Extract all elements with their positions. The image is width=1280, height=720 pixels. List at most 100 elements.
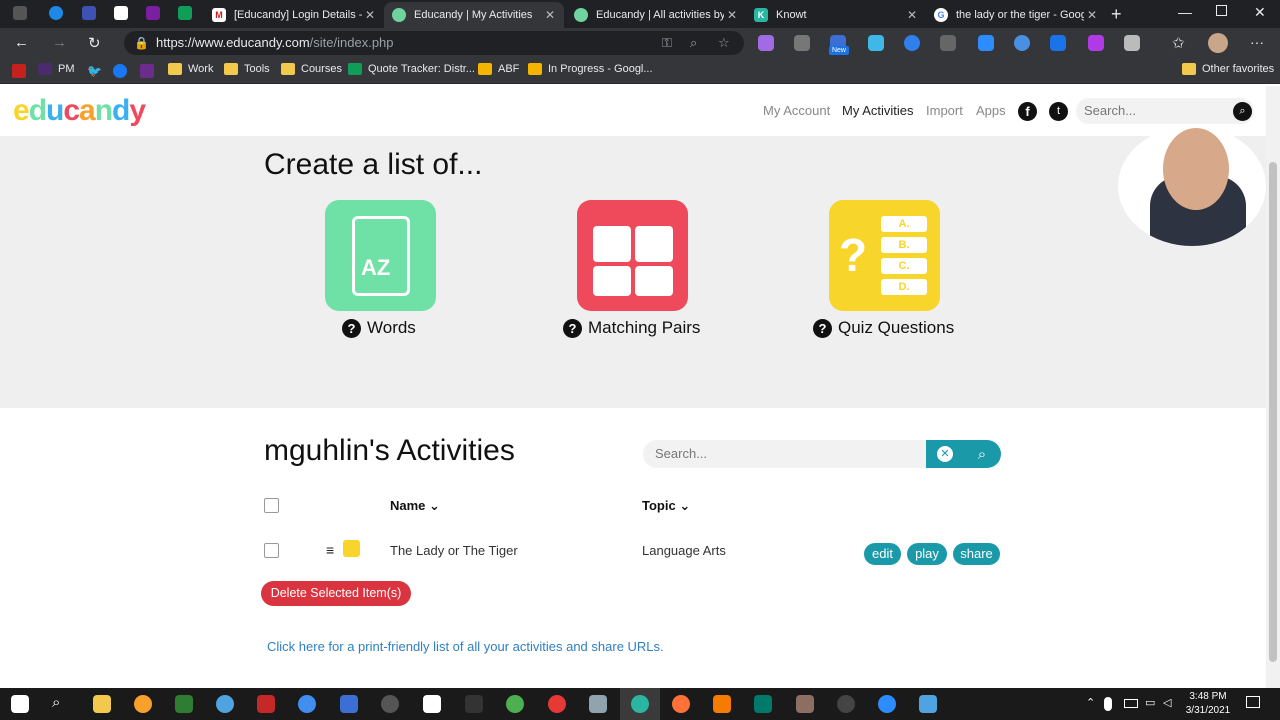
edge-taskbar-active[interactable] [620, 688, 660, 720]
app-icon[interactable] [919, 695, 937, 713]
pinned-tab-sheets-icon[interactable] [178, 6, 192, 20]
bookmark-work[interactable]: Work [168, 63, 213, 75]
extension-collections-icon[interactable] [940, 35, 956, 51]
minimize-button[interactable]: — [1178, 4, 1192, 20]
matching-pairs-card[interactable] [577, 200, 688, 311]
app-icon[interactable] [423, 695, 441, 713]
extension-m-icon[interactable] [1088, 35, 1104, 51]
site-search-input[interactable]: Search... [1076, 98, 1254, 124]
nav-import[interactable]: Import [926, 103, 963, 118]
words-label[interactable]: ? Words [342, 318, 416, 338]
extension-smile-icon[interactable] [1014, 35, 1030, 51]
system-clock[interactable]: 3:48 PM 3/31/2021 [1178, 690, 1238, 718]
tab-my-activities[interactable]: Educandy | My Activities ✕ [384, 2, 564, 28]
select-all-checkbox[interactable] [264, 498, 279, 513]
bookmark-abf[interactable]: ABF [478, 63, 519, 75]
chrome-icon[interactable] [548, 695, 566, 713]
profile-avatar[interactable] [1208, 33, 1228, 53]
zoom-icon[interactable]: ⌕ [690, 31, 697, 55]
extension-edge-icon[interactable] [904, 35, 920, 51]
words-card[interactable]: AZ [325, 200, 436, 311]
tab-login-details[interactable]: M [Educandy] Login Details - m ✕ [204, 2, 384, 28]
close-tab-icon[interactable]: ✕ [542, 8, 558, 22]
quiz-questions-card[interactable]: ? A. B. C. D. [829, 200, 940, 311]
bookmark-pm[interactable]: PM [38, 63, 75, 75]
battery-icon[interactable] [1124, 699, 1138, 708]
app-icon[interactable] [796, 695, 814, 713]
extension-shield-icon[interactable] [1124, 35, 1140, 51]
nav-apps[interactable]: Apps [976, 103, 1006, 118]
close-tab-icon[interactable]: ✕ [1084, 8, 1100, 22]
app-icon[interactable] [465, 695, 483, 713]
matching-pairs-label[interactable]: ? Matching Pairs [563, 318, 700, 338]
favorite-star-icon[interactable]: ☆ [718, 31, 730, 55]
notifications-icon[interactable] [1246, 696, 1260, 708]
pinned-tab-icon[interactable] [49, 6, 63, 20]
windows-start-icon[interactable] [11, 695, 29, 713]
file-explorer-icon[interactable] [93, 695, 111, 713]
slack-bookmark-icon[interactable] [140, 64, 154, 78]
bookmark-other-favorites[interactable]: Other favorites [1182, 63, 1274, 75]
play-button[interactable]: play [907, 543, 947, 565]
twitter-bookmark-icon[interactable]: 🐦 [87, 64, 102, 78]
forward-arrow-icon[interactable]: → [52, 34, 67, 51]
app-icon[interactable] [257, 695, 275, 713]
search-icon[interactable]: ⌕ [1233, 102, 1252, 121]
nav-my-account[interactable]: My Account [763, 103, 830, 118]
vlc-icon[interactable] [713, 695, 731, 713]
close-tab-icon[interactable]: ✕ [724, 8, 740, 22]
app-icon[interactable] [216, 695, 234, 713]
new-tab-button[interactable]: + [1111, 4, 1122, 25]
favorites-icon[interactable]: ✩ [1172, 34, 1185, 52]
extension-d-icon[interactable] [1050, 35, 1066, 51]
volume-icon[interactable]: ◁ [1163, 696, 1171, 709]
app-icon[interactable] [340, 695, 358, 713]
share-button[interactable]: share [953, 543, 1000, 565]
gmail-bookmark-icon[interactable] [12, 64, 26, 78]
obs-icon[interactable] [837, 695, 855, 713]
educandy-logo[interactable]: educandy [13, 94, 146, 128]
microphone-icon[interactable] [1104, 697, 1112, 711]
zoom-icon[interactable] [878, 695, 896, 713]
address-input[interactable]: 🔒 https://www.educandy.com/site/index.ph… [124, 31, 744, 55]
app-icon[interactable] [298, 695, 316, 713]
bookmark-quote-tracker[interactable]: Quote Tracker: Distr... [348, 63, 475, 75]
close-tab-icon[interactable]: ✕ [904, 8, 920, 22]
scrollbar-thumb[interactable] [1269, 162, 1277, 662]
print-friendly-link[interactable]: Click here for a print-friendly list of … [267, 639, 664, 654]
extension-zoom-icon[interactable] [978, 35, 994, 51]
tab-all-activities[interactable]: Educandy | All activities by m ✕ [566, 2, 746, 28]
twitter-icon[interactable]: t [1049, 102, 1068, 121]
extension-diamond-icon[interactable] [868, 35, 884, 51]
close-window-button[interactable]: ✕ [1254, 4, 1266, 21]
app-icon[interactable] [381, 695, 399, 713]
delete-selected-button[interactable]: Delete Selected Item(s) [261, 581, 411, 606]
tab-google-search[interactable]: G the lady or the tiger - Googl ✕ [926, 2, 1106, 28]
extension-pen-icon[interactable] [758, 35, 774, 51]
app-icon[interactable] [754, 695, 772, 713]
facebook-bookmark-icon[interactable] [113, 64, 127, 78]
help-icon[interactable]: ? [342, 318, 361, 338]
edit-button[interactable]: edit [864, 543, 901, 565]
key-icon[interactable]: ⚿ [662, 31, 672, 55]
app-icon[interactable] [134, 695, 152, 713]
tray-chevron-icon[interactable]: ⌃ [1086, 696, 1095, 709]
row-checkbox[interactable] [264, 543, 279, 558]
tab-knowt[interactable]: K Knowt ✕ [746, 2, 926, 28]
bookmark-courses[interactable]: Courses [281, 63, 342, 75]
extension-reader-icon[interactable] [794, 35, 810, 51]
pinned-tab-docs-icon[interactable] [82, 6, 96, 20]
facebook-icon[interactable]: f [1018, 102, 1037, 121]
pinned-tab-slack-icon[interactable] [146, 6, 160, 20]
name-column-header[interactable]: Name ⌄ [390, 498, 440, 514]
help-icon[interactable]: ? [563, 318, 582, 338]
bookmark-tools[interactable]: Tools [224, 63, 270, 75]
close-tab-icon[interactable]: ✕ [362, 8, 378, 22]
page-scrollbar[interactable] [1266, 86, 1280, 688]
topic-column-header[interactable]: Topic ⌄ [642, 498, 690, 514]
tab-actions-icon[interactable] [13, 6, 27, 20]
firefox-icon[interactable] [672, 695, 690, 713]
activity-name[interactable]: The Lady or The Tiger [390, 543, 518, 558]
search-icon[interactable]: ⌕ [52, 694, 60, 711]
search-button[interactable]: ⌕ [963, 440, 1001, 468]
